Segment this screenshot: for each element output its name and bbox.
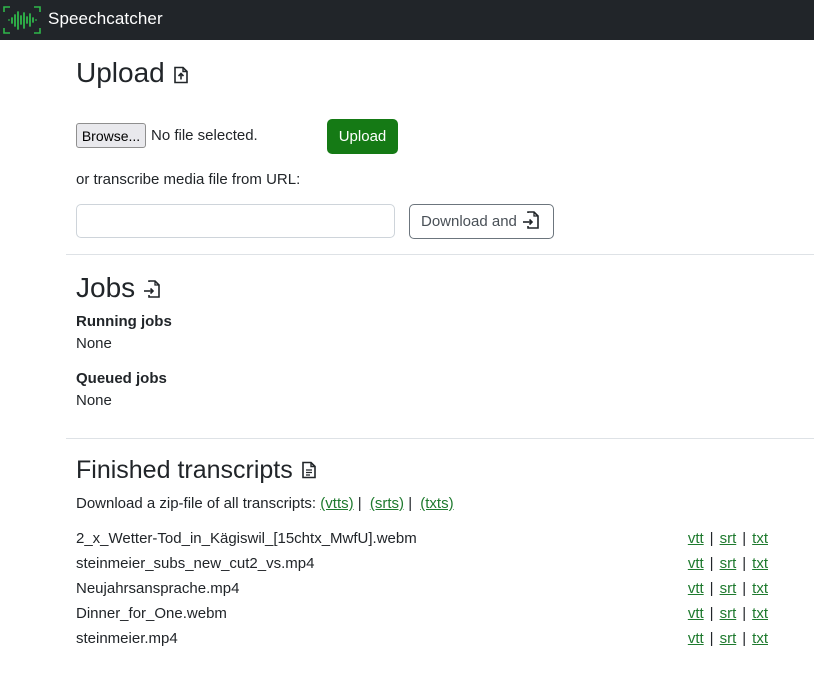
url-prompt-label: or transcribe media file from URL: <box>76 171 301 188</box>
section-divider <box>66 438 814 439</box>
transcript-links: vtt | srt | txt <box>688 555 768 572</box>
separator: | <box>709 605 714 622</box>
queued-jobs-label: Queued jobs <box>76 370 167 387</box>
txt-link[interactable]: txt <box>752 605 768 622</box>
txt-link[interactable]: txt <box>752 555 768 572</box>
url-input[interactable] <box>76 204 395 238</box>
waveform-logo-icon[interactable] <box>2 4 42 36</box>
vtt-link[interactable]: vtt <box>688 580 704 597</box>
separator: | <box>709 530 714 547</box>
upload-title: Upload <box>76 57 165 88</box>
txt-link[interactable]: txt <box>752 530 768 547</box>
running-jobs-value: None <box>76 335 112 352</box>
section-divider <box>66 254 814 255</box>
list-item: steinmeier_subs_new_cut2_vs.mp4 vtt | srt |… <box>76 555 768 580</box>
transcript-links: vtt | srt | txt <box>688 605 768 622</box>
transcripts-list: 2_x_Wetter-Tod_in_Kägiswil_[15chtx_MwfU]… <box>76 530 768 655</box>
list-item: Dinner_for_One.webm vtt | srt | txt <box>76 605 768 630</box>
zip-txts-link[interactable]: (txts) <box>420 495 453 512</box>
transcript-name: Dinner_for_One.webm <box>76 605 227 622</box>
list-item: 2_x_Wetter-Tod_in_Kägiswil_[15chtx_MwfU]… <box>76 530 768 555</box>
jobs-heading: Jobs <box>76 274 161 304</box>
separator: | <box>408 495 413 512</box>
srt-link[interactable]: srt <box>720 530 737 547</box>
vtt-link[interactable]: vtt <box>688 605 704 622</box>
navbar: Speechcatcher <box>0 0 814 40</box>
zip-prompt: Download a zip-file of all transcripts: <box>76 495 317 512</box>
srt-link[interactable]: srt <box>720 580 737 597</box>
finished-title: Finished transcripts <box>76 456 293 484</box>
list-item: Neujahrsansprache.mp4 vtt | srt | txt <box>76 580 768 605</box>
zip-vtts-link[interactable]: (vtts) <box>320 495 353 512</box>
finished-transcripts-heading: Finished transcripts <box>76 458 317 484</box>
separator: | <box>709 580 714 597</box>
transcript-links: vtt | srt | txt <box>688 530 768 547</box>
separator: | <box>357 495 362 512</box>
file-import-icon <box>517 210 540 234</box>
txt-link[interactable]: txt <box>752 580 768 597</box>
separator: | <box>742 605 747 622</box>
vtt-link[interactable]: vtt <box>688 555 704 572</box>
download-and-transcribe-button[interactable]: Download and <box>409 204 554 239</box>
transcript-name: steinmeier_subs_new_cut2_vs.mp4 <box>76 555 315 572</box>
txt-link[interactable]: txt <box>752 630 768 647</box>
brand-name[interactable]: Speechcatcher <box>48 9 163 29</box>
srt-link[interactable]: srt <box>720 630 737 647</box>
vtt-link[interactable]: vtt <box>688 630 704 647</box>
list-item: steinmeier.mp4 vtt | srt | txt <box>76 630 768 655</box>
vtt-link[interactable]: vtt <box>688 530 704 547</box>
queued-jobs-value: None <box>76 392 112 409</box>
separator: | <box>709 630 714 647</box>
transcript-links: vtt | srt | txt <box>688 580 768 597</box>
separator: | <box>742 630 747 647</box>
running-jobs-label: Running jobs <box>76 313 172 330</box>
zip-download-row: Download a zip-file of all transcripts: … <box>76 495 454 512</box>
srt-link[interactable]: srt <box>720 555 737 572</box>
separator: | <box>742 530 747 547</box>
upload-heading: Upload <box>76 59 189 89</box>
transcript-name: steinmeier.mp4 <box>76 630 178 647</box>
zip-srts-link[interactable]: (srts) <box>370 495 404 512</box>
file-status-text: No file selected. <box>151 127 258 144</box>
upload-button[interactable]: Upload <box>327 119 398 154</box>
transcript-name: 2_x_Wetter-Tod_in_Kägiswil_[15chtx_MwfU]… <box>76 530 417 547</box>
file-text-icon <box>301 459 317 484</box>
srt-link[interactable]: srt <box>720 605 737 622</box>
separator: | <box>742 580 747 597</box>
browse-button[interactable]: Browse... <box>76 123 146 148</box>
file-upload-icon <box>173 61 189 89</box>
separator: | <box>742 555 747 572</box>
jobs-title: Jobs <box>76 272 136 303</box>
separator: | <box>709 555 714 572</box>
download-button-label: Download and <box>421 213 517 230</box>
transcript-name: Neujahrsansprache.mp4 <box>76 580 240 597</box>
file-import-icon <box>143 276 161 304</box>
transcript-links: vtt | srt | txt <box>688 630 768 647</box>
